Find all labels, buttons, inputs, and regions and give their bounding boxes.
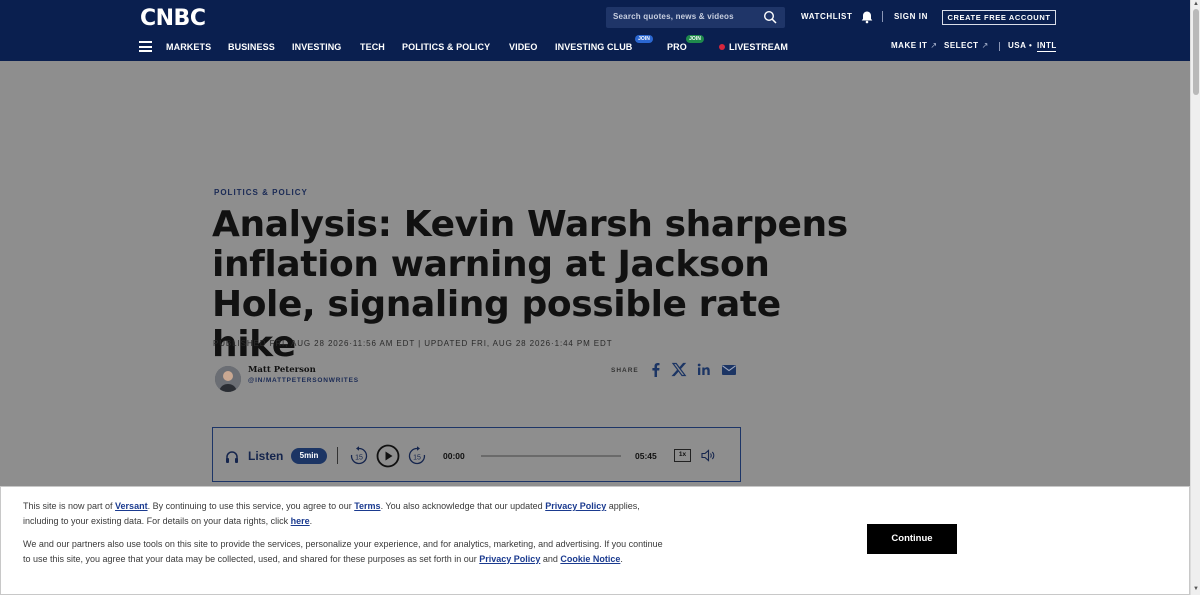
versant-link[interactable]: Versant — [115, 501, 148, 511]
privacy-policy-link-2[interactable]: Privacy Policy — [479, 554, 540, 564]
elapsed-time: 00:00 — [443, 451, 465, 461]
consent-text: . You also acknowledge that our updated — [380, 501, 546, 511]
consent-text: and — [540, 553, 561, 564]
scroll-down-icon[interactable]: ▼ — [1193, 586, 1199, 592]
continue-button[interactable]: Continue — [867, 524, 957, 554]
author-handle[interactable]: @IN/MATTPETERSONWRITES — [248, 377, 359, 384]
rewind-15-icon[interactable]: 15 — [349, 446, 369, 466]
site-header: CNBC Search quotes, news & videos WATCHL… — [0, 0, 1190, 61]
active-underline — [1037, 51, 1056, 52]
headphones-icon — [226, 451, 238, 463]
menu-icon[interactable] — [139, 41, 152, 52]
consent-text: This site is now part of — [23, 501, 116, 511]
nav-pro[interactable]: PRO — [667, 42, 687, 52]
volume-icon[interactable] — [701, 449, 715, 462]
edition-dot: • — [1029, 41, 1033, 50]
external-arrow-icon: ↗ — [981, 41, 989, 50]
edition-intl[interactable]: INTL — [1037, 41, 1057, 50]
bell-icon[interactable] — [860, 10, 874, 24]
nav-video[interactable]: VIDEO — [509, 42, 538, 52]
progress-track[interactable] — [481, 455, 621, 457]
make-it-link[interactable]: MAKE IT ↗ — [891, 41, 938, 50]
divider — [882, 11, 883, 22]
nav-investing-club[interactable]: INVESTING CLUB — [555, 42, 632, 52]
play-icon[interactable] — [376, 444, 400, 468]
watchlist-link[interactable]: WATCHLIST — [801, 12, 852, 21]
search-placeholder[interactable]: Search quotes, news & videos — [613, 12, 734, 21]
external-arrow-icon: ↗ — [930, 41, 938, 50]
select-link[interactable]: SELECT ↗ — [944, 41, 989, 50]
terms-link[interactable]: Terms — [354, 501, 380, 511]
investing-club-join-badge: JOIN — [635, 35, 653, 43]
share-label: SHARE — [611, 367, 639, 374]
audio-player: Listen 5min 15 15 00:00 05:45 1x — [212, 427, 741, 482]
nav-politics-policy[interactable]: POLITICS & POLICY — [402, 42, 490, 52]
nav-investing[interactable]: INVESTING — [292, 42, 341, 52]
search-box[interactable]: Search quotes, news & videos — [606, 7, 785, 28]
speed-button[interactable]: 1x — [674, 449, 691, 462]
nav-markets[interactable]: MARKETS — [166, 42, 211, 52]
listen-label[interactable]: Listen — [248, 449, 283, 463]
nav-livestream[interactable]: LIVESTREAM — [729, 42, 788, 52]
live-dot-icon — [719, 44, 725, 50]
page: CNBC Search quotes, news & videos WATCHL… — [0, 0, 1200, 595]
consent-text: . By continuing to use this service, you… — [147, 501, 355, 511]
facebook-icon[interactable] — [648, 362, 664, 377]
forward-15-label: 15 — [413, 455, 421, 462]
consent-text: . — [620, 553, 623, 564]
consent-paragraph-1: This site is now part of Versant. By con… — [23, 499, 663, 528]
pro-join-badge: JOIN — [686, 35, 704, 43]
consent-banner: This site is now part of Versant. By con… — [0, 486, 1190, 595]
consent-text: . — [309, 515, 313, 526]
search-icon[interactable] — [763, 10, 777, 24]
duration-pill: 5min — [291, 448, 327, 464]
rewind-15-label: 15 — [355, 455, 363, 462]
cookie-notice-link[interactable]: Cookie Notice — [560, 554, 620, 564]
nav-business[interactable]: BUSINESS — [228, 42, 275, 52]
author-photo — [215, 366, 241, 392]
edition-usa[interactable]: USA — [1008, 41, 1026, 50]
vertical-scrollbar[interactable]: ▲ ▼ — [1190, 0, 1200, 595]
data-rights-here-link[interactable]: here — [291, 516, 310, 526]
article-kicker[interactable]: POLITICS & POLICY — [214, 188, 308, 197]
forward-15-icon[interactable]: 15 — [407, 446, 427, 466]
divider — [337, 447, 338, 464]
total-time: 05:45 — [635, 451, 657, 461]
nav-tech[interactable]: TECH — [360, 42, 385, 52]
privacy-policy-link[interactable]: Privacy Policy — [545, 501, 606, 511]
create-account-button[interactable]: CREATE FREE ACCOUNT — [942, 10, 1056, 25]
cnbc-logo[interactable]: CNBC — [140, 6, 206, 31]
sign-in-link[interactable]: SIGN IN — [894, 12, 928, 21]
make-it-label: MAKE IT — [891, 41, 928, 50]
linkedin-icon[interactable] — [696, 362, 712, 377]
email-icon[interactable] — [721, 362, 737, 377]
scrollbar-thumb[interactable] — [1193, 9, 1199, 95]
x-icon[interactable] — [671, 362, 687, 377]
consent-paragraph-2: We and our partners also use tools on th… — [23, 537, 663, 566]
author-name[interactable]: Matt Peterson — [248, 365, 316, 375]
select-label: SELECT — [944, 41, 979, 50]
scroll-up-icon[interactable]: ▲ — [1193, 1, 1199, 7]
avatar[interactable] — [215, 366, 241, 392]
divider — [999, 42, 1000, 51]
article-dates: PUBLISHED FRI, AUG 28 2026·11:56 AM EDT … — [213, 339, 613, 348]
